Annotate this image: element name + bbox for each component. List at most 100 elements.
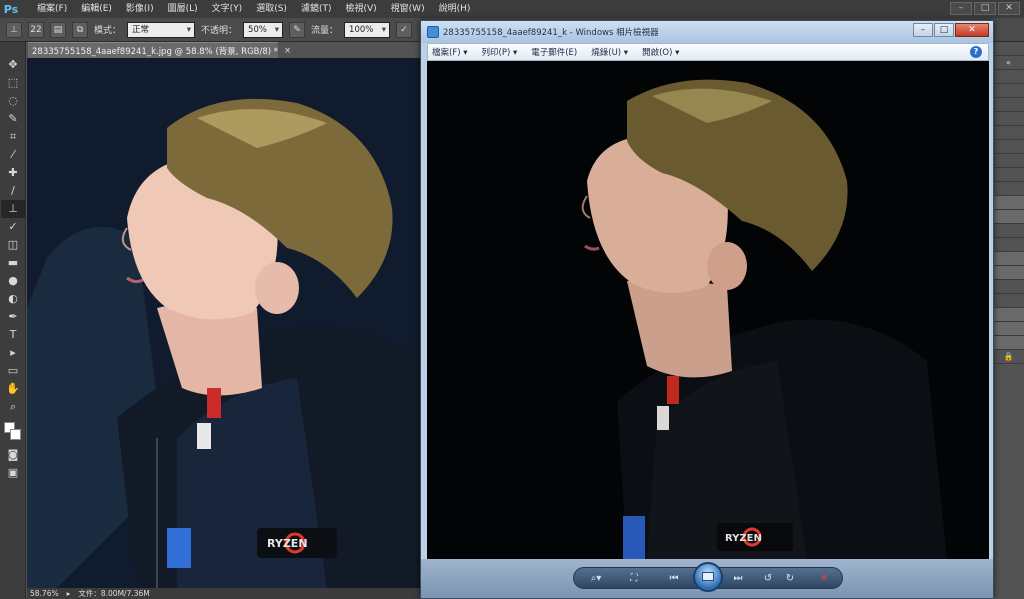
panel-row[interactable] — [993, 126, 1024, 140]
menu-image[interactable]: 影像(I) — [119, 0, 161, 18]
menu-file[interactable]: 檔案(F) — [30, 0, 74, 18]
panel-row[interactable] — [993, 84, 1024, 98]
minimize-icon[interactable]: – — [913, 23, 933, 37]
blur-icon[interactable]: ● — [1, 272, 25, 290]
photo-viewer-window-buttons: – □ ✕ — [913, 23, 989, 37]
quick-mask-icon[interactable]: ◙ — [1, 446, 25, 464]
panel-row[interactable] — [993, 308, 1024, 322]
eraser-icon[interactable]: ◫ — [1, 236, 25, 254]
document-tab-title: 28335755158_4aaef89241_k.jpg @ 58.8% (背景… — [32, 46, 279, 57]
pressure-opacity-icon[interactable]: ✎ — [289, 21, 306, 38]
menu-filter[interactable]: 濾鏡(T) — [294, 0, 339, 18]
maximize-icon[interactable]: □ — [974, 2, 996, 15]
dodge-icon[interactable]: ◐ — [1, 290, 25, 308]
clone-stamp-preset-icon[interactable]: ⊥ — [6, 21, 22, 38]
panel-row[interactable] — [993, 168, 1024, 182]
gradient-icon[interactable]: ▬ — [1, 254, 25, 272]
airbrush-icon[interactable]: ✓ — [396, 21, 413, 38]
panel-row[interactable] — [993, 266, 1024, 280]
panel-row[interactable] — [993, 154, 1024, 168]
hand-icon[interactable]: ✋ — [1, 380, 25, 398]
photoshop-menubar: Ps 檔案(F) 編輯(E) 影像(I) 圖層(L) 文字(Y) 選取(S) 濾… — [0, 0, 1024, 18]
flow-field[interactable]: 100% — [344, 21, 391, 38]
menu-window[interactable]: 視窗(W) — [384, 0, 432, 18]
panel-row[interactable] — [993, 280, 1024, 294]
menu-select[interactable]: 選取(S) — [249, 0, 294, 18]
viewer-menu-file[interactable]: 檔案(F) ▾ — [432, 46, 468, 58]
screen-mode-icon[interactable]: ▣ — [1, 464, 25, 482]
viewer-menu-burn[interactable]: 燒錄(U) ▾ — [591, 46, 628, 58]
history-brush-icon[interactable]: ✓ — [1, 218, 25, 236]
move-icon[interactable]: ✥ — [1, 56, 25, 74]
panel-row[interactable] — [993, 210, 1024, 224]
zoom-icon[interactable]: ⌕▾ — [588, 571, 604, 587]
pen-icon[interactable]: ✒ — [1, 308, 25, 326]
fit-to-window-icon[interactable]: ⛶ — [626, 571, 642, 587]
menu-help[interactable]: 說明(H) — [432, 0, 478, 18]
toolbox-grip[interactable] — [0, 42, 25, 56]
quick-select-icon[interactable]: ✎ — [1, 110, 25, 128]
healing-icon[interactable]: ✚ — [1, 164, 25, 182]
file-size-readout: 文件：8.00M/7.36M — [78, 589, 150, 598]
slideshow-button[interactable] — [693, 562, 723, 592]
panel-row[interactable] — [993, 42, 1024, 56]
panel-row[interactable] — [993, 196, 1024, 210]
document-tab[interactable]: 28335755158_4aaef89241_k.jpg @ 58.8% (背景… — [28, 42, 291, 58]
rotate-clockwise-icon[interactable]: ↻ — [782, 571, 798, 587]
panel-row[interactable] — [993, 112, 1024, 126]
delete-icon[interactable]: ✕ — [816, 571, 832, 587]
previous-icon[interactable]: ⏮ — [666, 571, 682, 587]
path-select-icon[interactable]: ▸ — [1, 344, 25, 362]
zoom-readout[interactable]: 58.76% — [30, 589, 59, 598]
panel-row[interactable] — [993, 294, 1024, 308]
viewer-menu-email[interactable]: 電子郵件(E) — [531, 46, 577, 58]
panel-collapse-icon[interactable]: « — [993, 56, 1024, 70]
shape-icon[interactable]: ▭ — [1, 362, 25, 380]
panel-row[interactable] — [993, 322, 1024, 336]
minimize-icon[interactable]: – — [950, 2, 972, 15]
photoshop-canvas[interactable]: RYZEN — [27, 58, 423, 588]
panel-row[interactable] — [993, 98, 1024, 112]
panel-row[interactable] — [993, 252, 1024, 266]
brush-icon[interactable]: / — [1, 182, 25, 200]
brush-panel-icon[interactable]: ▤ — [50, 21, 66, 38]
photoshop-window-controls: – □ ✕ — [950, 2, 1020, 15]
clone-source-icon[interactable]: ⧉ — [72, 21, 88, 38]
close-icon[interactable]: ✕ — [998, 2, 1020, 15]
panel-row[interactable] — [993, 140, 1024, 154]
menu-type[interactable]: 文字(Y) — [205, 0, 250, 18]
menu-view[interactable]: 檢視(V) — [338, 0, 383, 18]
lasso-icon[interactable]: ◌ — [1, 92, 25, 110]
panel-row[interactable] — [993, 224, 1024, 238]
photo-viewer-titlebar[interactable]: 28335755158_4aaef89241_k - Windows 相片檢視器… — [421, 21, 993, 43]
background-color-swatch[interactable] — [10, 429, 21, 440]
close-icon[interactable]: ✕ — [955, 23, 989, 37]
type-icon[interactable]: T — [1, 326, 25, 344]
lock-icon[interactable]: 🔒 — [993, 350, 1024, 364]
info-arrow-icon[interactable]: ▸ — [67, 589, 71, 598]
menu-layer[interactable]: 圖層(L) — [161, 0, 205, 18]
crop-icon[interactable]: ⌗ — [1, 128, 25, 146]
panel-row[interactable] — [993, 70, 1024, 84]
panel-row[interactable] — [993, 182, 1024, 196]
rotate-counterclockwise-icon[interactable]: ↺ — [760, 571, 776, 587]
menu-edit[interactable]: 編輯(E) — [74, 0, 119, 18]
close-icon[interactable]: × — [284, 46, 291, 56]
viewer-menu-print[interactable]: 列印(P) ▾ — [482, 46, 518, 58]
panel-row[interactable] — [993, 336, 1024, 350]
opacity-field[interactable]: 50% — [243, 21, 284, 38]
mode-select[interactable]: 正常 — [127, 21, 196, 38]
maximize-icon[interactable]: □ — [934, 23, 954, 37]
original-photo[interactable]: RYZEN — [427, 61, 989, 559]
next-icon[interactable]: ⏭ — [730, 571, 746, 587]
photo-viewer-window[interactable]: 28335755158_4aaef89241_k - Windows 相片檢視器… — [420, 20, 994, 599]
eyedropper-icon[interactable]: ⁄ — [1, 146, 25, 164]
marquee-icon[interactable]: ⬚ — [1, 74, 25, 92]
brush-size-picker[interactable]: 22 — [28, 21, 44, 38]
panel-row[interactable] — [993, 238, 1024, 252]
flow-label: 流量： — [311, 26, 339, 36]
clone-stamp-icon[interactable]: ⊥ — [1, 200, 25, 218]
help-icon[interactable]: ? — [970, 46, 982, 58]
viewer-menu-open[interactable]: 開啟(O) ▾ — [642, 46, 679, 58]
zoom-icon[interactable]: ⌕ — [1, 398, 25, 416]
